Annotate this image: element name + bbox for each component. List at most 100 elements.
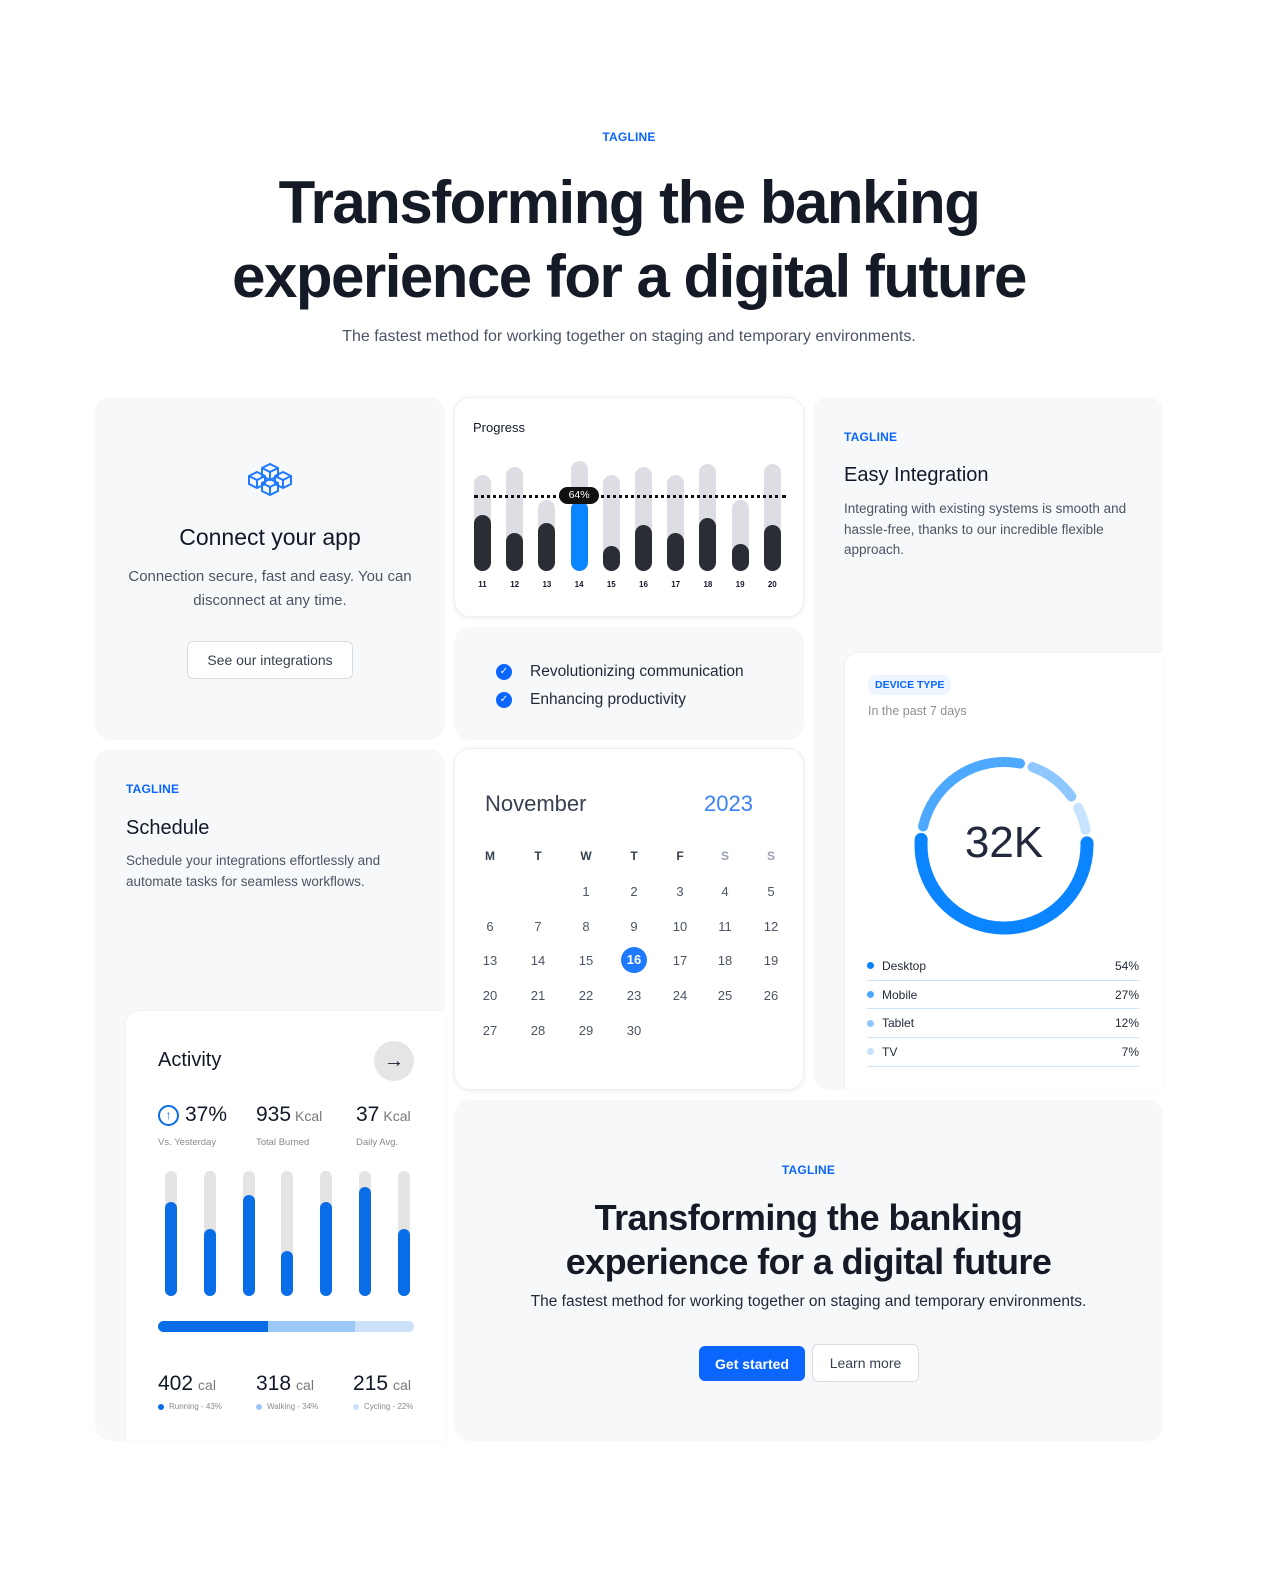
activity-bar: [397, 1228, 410, 1296]
connect-title: Connect your app: [179, 524, 361, 550]
calendar-day[interactable]: 29: [571, 1023, 601, 1038]
calendar-day[interactable]: 3: [665, 884, 695, 899]
stat-value: 935: [256, 1103, 292, 1126]
calendar-day[interactable]: 6: [475, 919, 505, 934]
activity-bar: [359, 1187, 371, 1296]
calendar-day[interactable]: 27: [475, 1023, 505, 1038]
calendar-day[interactable]: 24: [665, 988, 695, 1003]
learn-more-button[interactable]: Learn more: [812, 1344, 919, 1382]
calendar-day[interactable]: 15: [571, 953, 601, 968]
schedule-description: Schedule your integrations effortlessly …: [126, 853, 381, 889]
calendar-day[interactable]: 1: [571, 884, 601, 899]
reference-line: [474, 495, 786, 499]
calendar-day[interactable]: 16: [621, 947, 647, 974]
progress-bar: [474, 514, 491, 571]
calendar-day[interactable]: 23: [619, 988, 649, 1003]
stat-value: 37: [356, 1103, 380, 1126]
calendar-day[interactable]: 20: [475, 988, 505, 1003]
breakdown-item: 215 cal: [353, 1372, 411, 1396]
activity-card: Activity → ↑ 37% Vs. Yesterday 935 Kcal Total…: [126, 1011, 445, 1441]
calendar-day[interactable]: 30: [619, 1023, 649, 1038]
get-started-button[interactable]: Get started: [699, 1346, 805, 1381]
see-integrations-button[interactable]: See our integrations: [187, 641, 353, 679]
integration-card: TAGLINE Easy Integration Integrating wit…: [813, 397, 1163, 1090]
calendar-day[interactable]: 5: [756, 884, 786, 899]
breakdown-item: 318 cal: [256, 1372, 314, 1396]
activity-stat: 37 Kcal: [356, 1103, 411, 1127]
calendar-day[interactable]: 10: [665, 919, 695, 934]
integration-title: Easy Integration: [844, 464, 989, 486]
legend-value: 12%: [1114, 1016, 1139, 1031]
legend-value: 7%: [1121, 1044, 1139, 1059]
calendar-month: November: [485, 791, 587, 816]
device-type-badge: DEVICE TYPE: [868, 675, 952, 695]
feature-label: Enhancing productivity: [530, 691, 686, 708]
activity-stat: ↑ 37%: [158, 1103, 231, 1127]
stat-value: 37%: [185, 1103, 228, 1126]
calendar-day[interactable]: 4: [710, 884, 740, 899]
legend-item: TV 7%: [867, 1038, 1139, 1067]
breakdown-unit: cal: [393, 1377, 411, 1393]
calendar-day[interactable]: 28: [523, 1023, 553, 1038]
hero-tagline: TAGLINE: [602, 130, 656, 144]
stat-unit: Kcal: [295, 1108, 323, 1124]
legend-label: Tablet: [882, 1016, 915, 1031]
calendar-weekday: T: [630, 849, 638, 863]
breakdown-label-text: Running - 43%: [169, 1402, 222, 1411]
schedule-tagline: TAGLINE: [126, 782, 180, 796]
progress-bar: [731, 543, 749, 571]
donut-segment-tablet: [1027, 762, 1077, 802]
calendar-day[interactable]: 11: [710, 919, 740, 934]
calendar-weekday: T: [534, 849, 542, 863]
feature-label: Revolutionizing communication: [530, 663, 744, 680]
legend-dot: [867, 1048, 874, 1056]
check-circle-icon: ✓: [496, 664, 512, 680]
cta-title-line1: Transforming the banking: [594, 1197, 1023, 1238]
progress-bar: [763, 524, 781, 571]
device-subtitle: In the past 7 days: [868, 704, 967, 718]
connect-card: Connect your app Connection secure, fast…: [95, 397, 445, 740]
legend-item: Tablet 12%: [867, 1009, 1139, 1039]
calendar-day[interactable]: 8: [571, 919, 601, 934]
schedule-title: Schedule: [126, 817, 210, 839]
calendar-weekday: F: [676, 849, 684, 863]
calendar-day[interactable]: 17: [665, 953, 695, 968]
calendar-day[interactable]: 22: [571, 988, 601, 1003]
arrow-right-icon[interactable]: →: [374, 1041, 414, 1081]
legend-item: Mobile 27%: [867, 981, 1139, 1010]
legend-label: Desktop: [882, 958, 927, 973]
progress-tick-label: 12: [510, 580, 520, 589]
calendar-day[interactable]: 19: [756, 953, 786, 968]
breakdown-label-text: Walking - 34%: [267, 1402, 319, 1411]
progress-bar: [699, 518, 717, 571]
progress-tick-label: 17: [671, 580, 681, 589]
donut-segment-mobile: [918, 757, 1025, 832]
calendar-day[interactable]: 14: [523, 953, 553, 968]
feature-item: ✓ Revolutionizing communication: [496, 658, 744, 686]
features-card: ✓ Revolutionizing communication ✓ Enhancing…: [454, 627, 804, 740]
legend-value: 27%: [1114, 987, 1139, 1002]
breakdown-dot: [353, 1403, 359, 1410]
calendar-day[interactable]: 7: [523, 919, 553, 934]
calendar-day[interactable]: 2: [619, 884, 649, 899]
hero-title: Transforming the banking experience for a…: [0, 166, 1258, 314]
activity-stat: 935 Kcal: [256, 1103, 322, 1127]
calendar-day[interactable]: 18: [710, 953, 740, 968]
calendar-day[interactable]: 21: [523, 988, 553, 1003]
device-type-card: DEVICE TYPE In the past 7 days 32K Deskt…: [845, 653, 1163, 1090]
legend-dot: [867, 1019, 874, 1027]
breakdown-dot: [256, 1403, 262, 1410]
calendar-day[interactable]: 13: [475, 953, 505, 968]
calendar-day[interactable]: 26: [756, 988, 786, 1003]
calendar-day[interactable]: 9: [619, 919, 649, 934]
calendar-day[interactable]: 25: [710, 988, 740, 1003]
calendar-day[interactable]: 12: [756, 919, 786, 934]
breakdown-unit: cal: [296, 1377, 314, 1393]
breakdown-unit: cal: [198, 1377, 216, 1393]
progress-tick-label: 20: [767, 580, 777, 589]
progress-bar: [667, 532, 685, 571]
activity-bar: [242, 1194, 255, 1296]
integration-tagline: TAGLINE: [844, 430, 898, 444]
hero-title-line2: experience for a digital future: [232, 243, 1027, 310]
breakdown-value: 215: [353, 1372, 389, 1395]
